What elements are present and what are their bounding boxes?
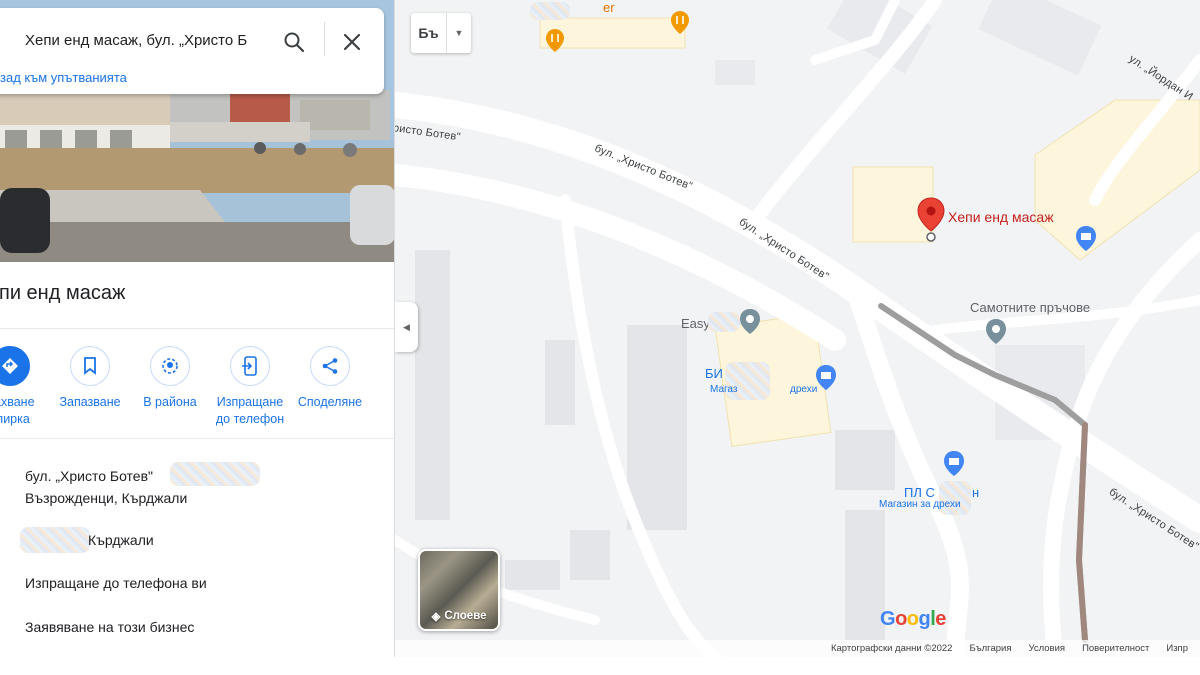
place-title: пи енд масаж	[0, 282, 126, 304]
save-action[interactable]: Запазване	[50, 346, 130, 411]
caret-down-icon[interactable]: ▼	[447, 13, 471, 53]
layers-label: Слоеве	[444, 610, 487, 622]
blurred-text	[170, 462, 260, 486]
send-to-phone-label-1: Изпращане	[216, 395, 284, 409]
share-action[interactable]: Споделяне	[290, 346, 370, 411]
place-marker-label[interactable]: Хепи енд масаж	[948, 209, 1054, 225]
layers-icon: ◈	[431, 611, 441, 623]
poi-easy-label[interactable]: Easy	[681, 316, 710, 331]
poi-pl-label-end: н	[972, 485, 980, 500]
place-marker-icon[interactable]	[917, 197, 945, 245]
layers-button[interactable]: ◈ Слоеве	[418, 549, 500, 631]
map-footer: Картографски данни ©2022 България Услови…	[395, 640, 1200, 657]
poi-pl-sub: Магазин за дрехи	[879, 499, 961, 510]
search-icon[interactable]	[282, 30, 306, 54]
blurred-text	[20, 527, 90, 553]
search-divider	[324, 22, 325, 56]
address-line-1[interactable]: бул. „Христо Ботев"	[25, 468, 153, 484]
search-card: Хепи енд масаж, бул. „Христо Б зад към у…	[0, 8, 384, 94]
map-base-layer	[395, 0, 1200, 657]
poi-pin-icon[interactable]	[985, 318, 1007, 350]
send-to-phone-row[interactable]: Изпращане до телефона ви	[25, 575, 207, 591]
poi-bi-sub: Магаз	[710, 384, 738, 395]
blurred-text	[530, 2, 570, 20]
directions-icon[interactable]	[0, 346, 30, 386]
send-to-phone-action[interactable]: Изпращане до телефон	[210, 346, 290, 428]
language-label[interactable]: Бъ	[411, 13, 447, 53]
restaurant-pin-icon[interactable]	[545, 28, 565, 58]
terms-link[interactable]: Условия	[1028, 643, 1065, 654]
address-line-2[interactable]: Възрожденци, Кърджали	[25, 490, 187, 506]
share-label: Споделяне	[297, 395, 363, 409]
poi-pl-label[interactable]: ПЛ С	[904, 485, 935, 500]
directions-action[interactable]: махване спирка	[0, 346, 50, 428]
nearby-icon[interactable]	[150, 346, 190, 386]
restaurant-pin-icon[interactable]	[670, 10, 690, 40]
share-icon[interactable]	[310, 346, 350, 386]
collapse-panel-button[interactable]: ◀	[395, 302, 418, 352]
blurred-text	[708, 312, 740, 332]
shop-pin-icon[interactable]	[815, 364, 837, 396]
bookmark-icon[interactable]	[70, 346, 110, 386]
back-to-directions-link[interactable]: зад към упътванията	[0, 70, 127, 85]
map-data-credit[interactable]: Картографски данни ©2022	[831, 643, 953, 654]
poi-top-label[interactable]: er	[603, 0, 615, 15]
send-to-phone-label-2: до телефон	[215, 412, 285, 426]
nearby-label: В района	[143, 395, 197, 409]
language-switcher[interactable]: Бъ ▼	[411, 13, 471, 53]
plus-code-city[interactable]: Кърджали	[88, 532, 154, 548]
send-to-phone-icon[interactable]	[230, 346, 270, 386]
send-feedback-link[interactable]: Изпр	[1166, 643, 1188, 654]
country-link[interactable]: България	[969, 643, 1011, 654]
claim-business-row[interactable]: Заявяване на този бизнес	[25, 619, 194, 635]
divider	[0, 328, 394, 329]
close-icon[interactable]	[340, 30, 364, 54]
shop-pin-icon[interactable]	[1075, 225, 1097, 257]
save-label: Запазване	[59, 395, 121, 409]
nearby-action[interactable]: В района	[130, 346, 210, 411]
search-input[interactable]: Хепи енд масаж, бул. „Христо Б	[25, 32, 257, 49]
shop-pin-icon[interactable]	[943, 450, 965, 482]
google-logo: Google	[880, 608, 946, 630]
map-canvas[interactable]: ристо Ботев" бул. „Христо Ботев" бул. „Х…	[395, 0, 1200, 657]
poi-samotnite-label[interactable]: Самотните пръчове	[970, 300, 1090, 315]
place-panel: Хепи енд масаж, бул. „Христо Б зад към у…	[0, 0, 395, 657]
divider	[0, 438, 394, 439]
privacy-link[interactable]: Поверителност	[1082, 643, 1149, 654]
poi-pin-icon[interactable]	[739, 308, 761, 340]
poi-bi-label[interactable]: БИ	[705, 366, 723, 381]
poi-bi-sub2: дрехи	[790, 384, 818, 395]
directions-label-2: спирка	[0, 412, 30, 426]
directions-label-1: махване	[0, 395, 35, 409]
